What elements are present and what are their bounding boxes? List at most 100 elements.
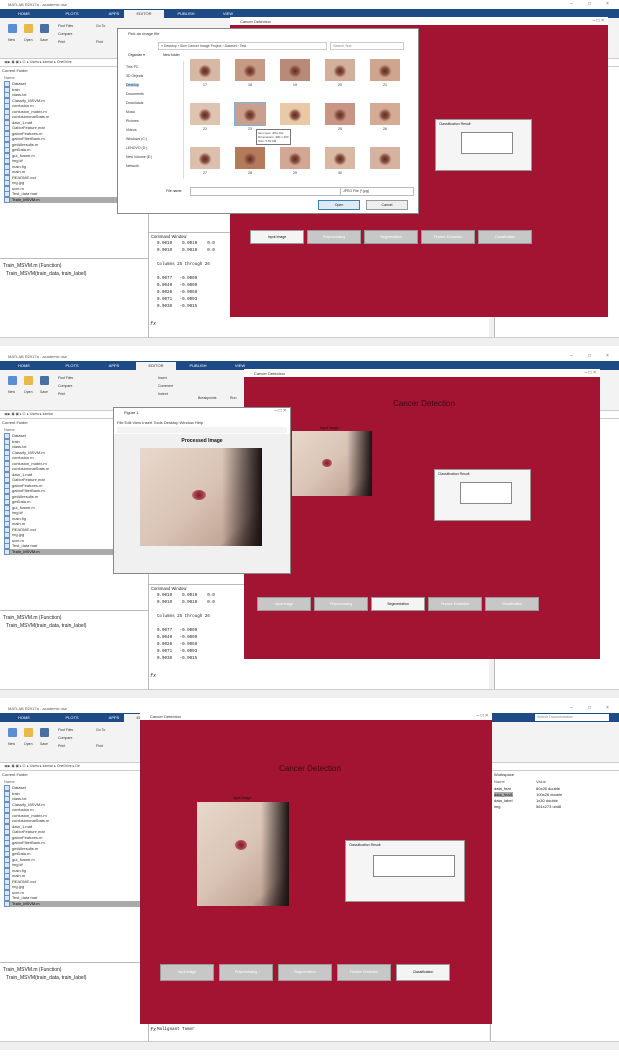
- compare-button[interactable]: Compare: [58, 384, 72, 388]
- sidebar-item[interactable]: LENOVO (D:): [126, 146, 147, 150]
- segmentation-button[interactable]: Segmentation: [364, 230, 418, 244]
- workspace-var-name[interactable]: data_feat: [494, 786, 511, 791]
- new-button[interactable]: New: [8, 390, 15, 394]
- find-files-button[interactable]: Find Files: [58, 728, 73, 732]
- save-button[interactable]: Save: [40, 38, 48, 42]
- tab-plots[interactable]: PLOTS: [52, 10, 92, 18]
- tab-plots[interactable]: PLOTS: [52, 714, 92, 722]
- open-button[interactable]: Open: [24, 390, 33, 394]
- find-files-button[interactable]: Find Files: [58, 376, 73, 380]
- close-icon[interactable]: ×: [606, 1, 609, 7]
- print-button[interactable]: Print: [58, 40, 65, 44]
- image-thumbnail[interactable]: [325, 59, 355, 81]
- new-folder-button[interactable]: New folder: [163, 53, 180, 57]
- name-column-header[interactable]: Name: [4, 75, 15, 80]
- new-button[interactable]: New: [8, 38, 15, 42]
- sidebar-item[interactable]: This PC: [126, 65, 138, 69]
- go-to-button[interactable]: Go To: [96, 728, 105, 732]
- open-button[interactable]: Open: [318, 200, 360, 210]
- save-button[interactable]: Save: [40, 390, 48, 394]
- image-thumbnail[interactable]: [280, 103, 310, 125]
- workspace-var-name[interactable]: data_label: [494, 798, 512, 803]
- image-thumbnail[interactable]: [190, 103, 220, 125]
- segmentation-button[interactable]: Segmentation: [371, 597, 425, 611]
- image-thumbnail[interactable]: [370, 103, 400, 125]
- new-icon[interactable]: [8, 24, 17, 33]
- minimize-icon[interactable]: –: [570, 353, 573, 359]
- open-icon[interactable]: [24, 24, 33, 33]
- cancel-button[interactable]: Cancel: [366, 200, 408, 210]
- save-button[interactable]: Save: [40, 742, 48, 746]
- search-documentation-input[interactable]: Search Documentation: [535, 714, 609, 721]
- minimize-icon[interactable]: –: [570, 705, 573, 711]
- sidebar-item[interactable]: New Volume (E:): [126, 155, 152, 159]
- sidebar-item[interactable]: Documents: [126, 92, 144, 96]
- organize-button[interactable]: Organize ▾: [128, 53, 145, 57]
- close-icon[interactable]: ×: [606, 705, 609, 711]
- find-files-button[interactable]: Find Files: [58, 24, 73, 28]
- tab-home[interactable]: HOME: [4, 10, 44, 18]
- breakpoints-button[interactable]: Breakpoints: [198, 396, 216, 400]
- open-icon[interactable]: [24, 376, 33, 385]
- new-button[interactable]: New: [8, 742, 15, 746]
- print-button[interactable]: Print: [58, 392, 65, 396]
- image-thumbnail[interactable]: [325, 103, 355, 125]
- sidebar-item[interactable]: Downloads: [126, 101, 143, 105]
- figure-menu[interactable]: File Edit View Insert Tools Desktop Wind…: [117, 420, 203, 425]
- new-icon[interactable]: [8, 728, 17, 737]
- run-button[interactable]: Run: [230, 396, 236, 400]
- workspace-name-header[interactable]: Name: [494, 779, 505, 784]
- find-button[interactable]: Find: [96, 40, 103, 44]
- image-thumbnail[interactable]: [235, 147, 265, 169]
- tab-home[interactable]: HOME: [4, 714, 44, 722]
- print-button[interactable]: Print: [58, 744, 65, 748]
- classification-button[interactable]: Classification: [396, 964, 450, 981]
- image-thumbnail[interactable]: [234, 102, 266, 126]
- go-to-button[interactable]: Go To: [96, 24, 105, 28]
- preprocessing-button[interactable]: Preprocessing: [307, 230, 361, 244]
- classification-button[interactable]: Classification: [485, 597, 539, 611]
- sidebar-item[interactable]: Pictures: [126, 119, 139, 123]
- save-icon[interactable]: [40, 376, 49, 385]
- compare-button[interactable]: Compare: [58, 736, 72, 740]
- feature-extraction-button[interactable]: Feature Extraction: [337, 964, 391, 981]
- segmentation-button[interactable]: Segmentation: [278, 964, 332, 981]
- dialog-search-input[interactable]: Search Test: [330, 42, 404, 50]
- window-controls-icon[interactable]: – □ ×: [477, 713, 489, 719]
- classification-button[interactable]: Classification: [478, 230, 532, 244]
- tab-editor[interactable]: EDITOR: [124, 10, 164, 18]
- open-button[interactable]: Open: [24, 38, 33, 42]
- input-image-button[interactable]: Input Image: [257, 597, 311, 611]
- tab-publish[interactable]: PUBLISH: [178, 362, 218, 370]
- name-column-header[interactable]: Name: [4, 427, 15, 432]
- window-controls-icon[interactable]: – □ ×: [585, 370, 597, 376]
- file-item[interactable]: Train_MSVM.m: [4, 900, 142, 907]
- tab-publish[interactable]: PUBLISH: [166, 10, 206, 18]
- find-button[interactable]: Find: [96, 744, 103, 748]
- tab-plots[interactable]: PLOTS: [52, 362, 92, 370]
- sidebar-item[interactable]: Windows (C:): [126, 137, 147, 141]
- feature-extraction-button[interactable]: Feature Extraction: [428, 597, 482, 611]
- save-icon[interactable]: [40, 728, 49, 737]
- figure-toolbar[interactable]: [117, 427, 287, 433]
- sidebar-item[interactable]: Videos: [126, 128, 137, 132]
- window-controls-icon[interactable]: – □ ×: [593, 18, 605, 24]
- image-thumbnail[interactable]: [280, 147, 310, 169]
- input-image-button[interactable]: Input Image: [250, 230, 304, 244]
- open-button[interactable]: Open: [24, 742, 33, 746]
- dialog-path[interactable]: « Desktop › Skin Cancer Image Project › …: [158, 42, 327, 50]
- maximize-icon[interactable]: □: [588, 705, 591, 711]
- maximize-icon[interactable]: □: [588, 1, 591, 7]
- input-image-button[interactable]: Input Image: [160, 964, 214, 981]
- window-controls-icon[interactable]: – □ ×: [275, 408, 287, 414]
- image-thumbnail[interactable]: [370, 59, 400, 81]
- minimize-icon[interactable]: –: [570, 1, 573, 7]
- image-thumbnail[interactable]: [370, 147, 400, 169]
- sidebar-item[interactable]: Desktop: [126, 83, 139, 87]
- compare-button[interactable]: Compare: [58, 32, 72, 36]
- save-icon[interactable]: [40, 24, 49, 33]
- open-icon[interactable]: [24, 728, 33, 737]
- tab-editor[interactable]: EDITOR: [136, 362, 176, 370]
- image-thumbnail[interactable]: [235, 59, 265, 81]
- close-icon[interactable]: ×: [606, 353, 609, 359]
